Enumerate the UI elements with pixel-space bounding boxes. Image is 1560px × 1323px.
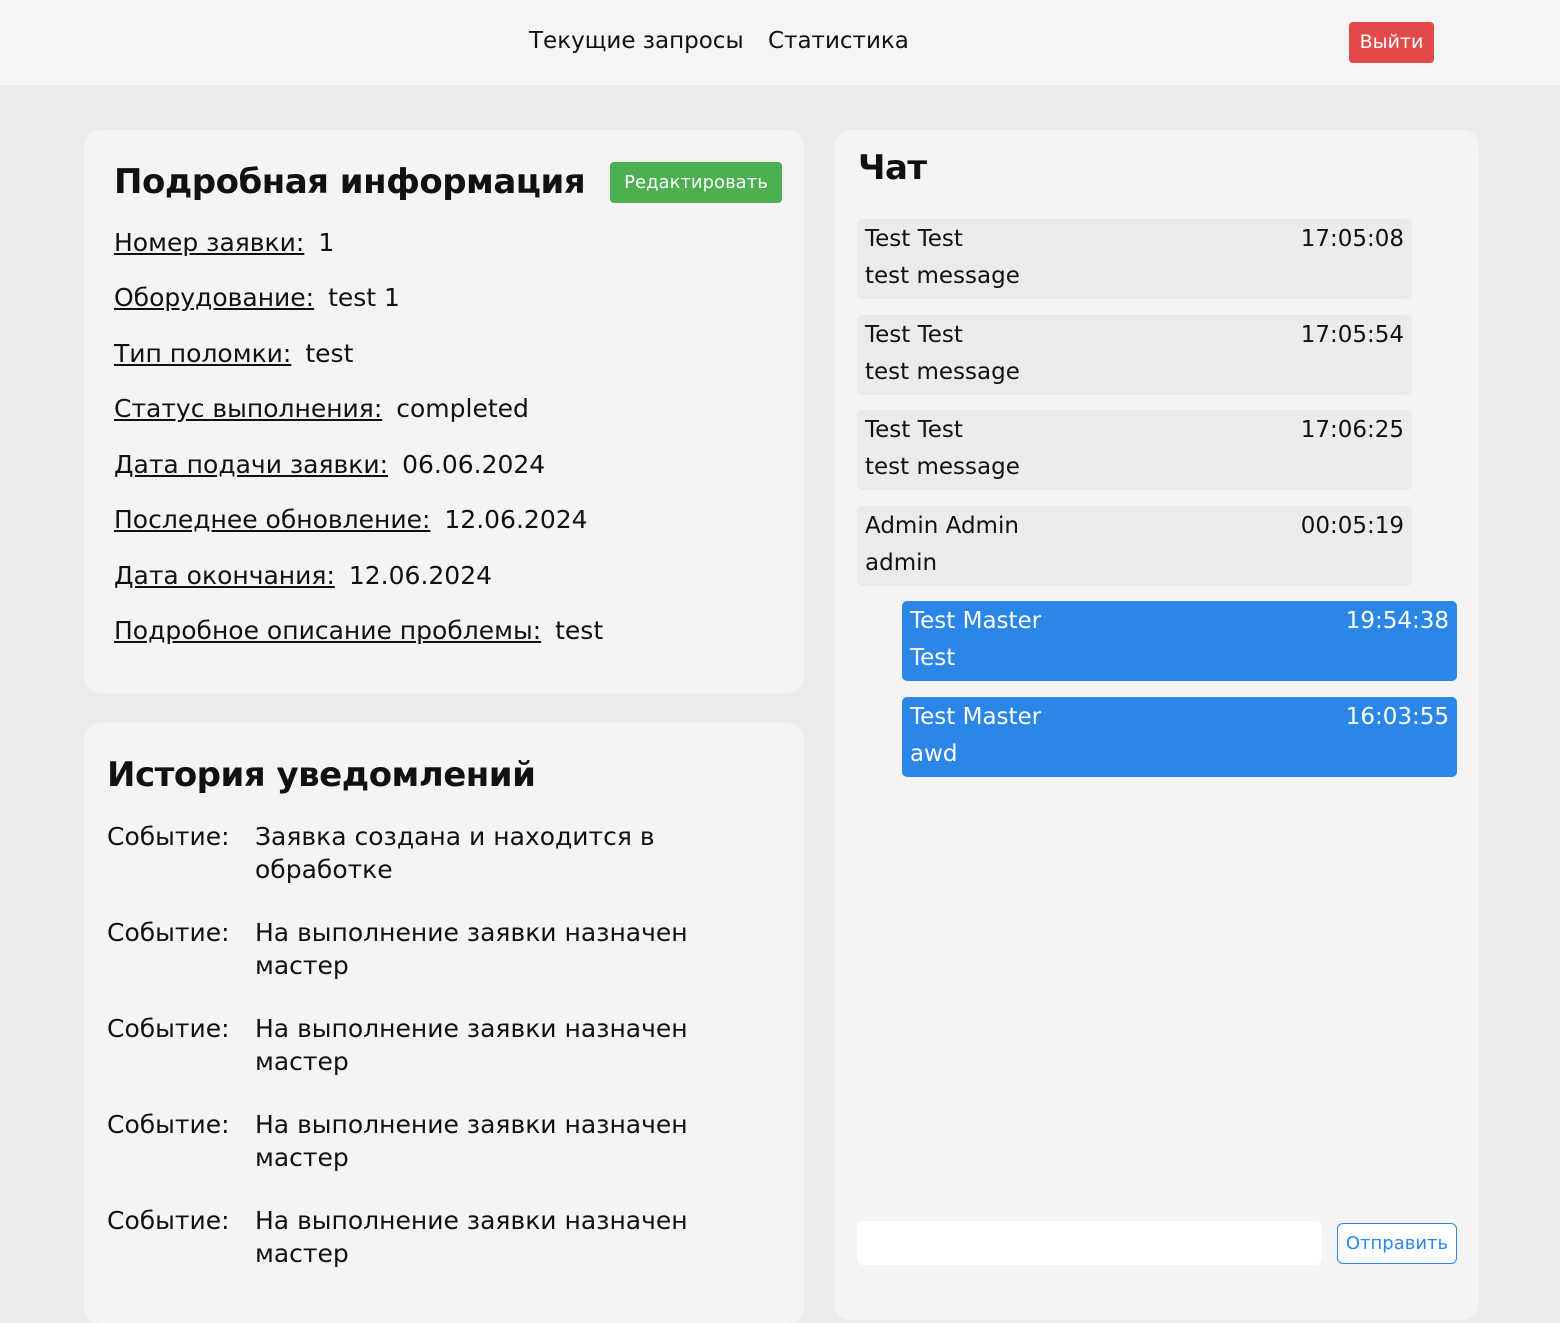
detail-label: Последнее обновление: — [114, 505, 431, 534]
detail-row-last-update: Последнее обновление: 12.06.2024 — [114, 505, 588, 534]
message-time: 17:05:08 — [1300, 226, 1404, 252]
detail-label: Тип поломки: — [114, 339, 292, 368]
detail-value: 12.06.2024 — [348, 561, 493, 590]
chat-message: Test Test 17:05:54 test message — [857, 315, 1412, 395]
event-text: На выполнение заявки назначен мастер — [255, 1110, 688, 1172]
message-time: 16:03:55 — [1345, 704, 1449, 730]
detail-row-status: Статус выполнения: completed — [114, 394, 529, 423]
message-time: 17:06:25 — [1300, 417, 1404, 443]
logout-button[interactable]: Выйти — [1349, 22, 1434, 63]
detail-value: completed — [396, 394, 529, 423]
detail-label: Дата подачи заявки: — [114, 450, 389, 479]
notification-history-card: История уведомлений Событие: Заявка созд… — [84, 723, 804, 1323]
nav-current-requests[interactable]: Текущие запросы — [529, 28, 744, 54]
detail-value: test 1 — [328, 283, 400, 312]
chat-message: Test Test 17:06:25 test message — [857, 410, 1412, 490]
message-text: Test — [910, 645, 956, 671]
message-author: Test Master — [910, 608, 1042, 634]
detail-label: Подробное описание проблемы: — [114, 616, 542, 645]
event-label: Событие: — [107, 1206, 230, 1235]
top-navigation-bar: Текущие запросы Статистика Выйти — [0, 0, 1560, 85]
history-event: Событие: На выполнение заявки назначен м… — [107, 1108, 747, 1178]
message-text: test message — [865, 359, 1020, 385]
message-time: 17:05:54 — [1300, 322, 1404, 348]
detail-row-fault-type: Тип поломки: test — [114, 339, 353, 368]
history-event: Событие: На выполнение заявки назначен м… — [107, 916, 747, 986]
detail-value: test — [305, 339, 354, 368]
message-text: admin — [865, 550, 938, 576]
history-event: Событие: На выполнение заявки назначен м… — [107, 1012, 747, 1082]
chat-card: Чат Test Test 17:05:08 test message Test… — [834, 130, 1479, 1320]
message-author: Test Test — [865, 322, 963, 348]
detail-value: 06.06.2024 — [402, 450, 546, 479]
event-label: Событие: — [107, 1014, 230, 1043]
chat-title: Чат — [858, 148, 927, 188]
history-event: Событие: Заявка создана и находится в об… — [107, 820, 747, 890]
detail-row-equipment: Оборудование: test 1 — [114, 283, 400, 312]
detail-label: Номер заявки: — [114, 228, 305, 257]
details-title: Подробная информация — [114, 162, 586, 202]
detail-value: 12.06.2024 — [444, 505, 588, 534]
message-time: 00:05:19 — [1300, 513, 1404, 539]
event-text: На выполнение заявки назначен мастер — [255, 1014, 688, 1076]
history-event: Событие: На выполнение заявки назначен м… — [107, 1204, 747, 1274]
detail-label: Статус выполнения: — [114, 394, 383, 423]
details-card: Подробная информация Редактировать Номер… — [84, 130, 804, 693]
edit-button[interactable]: Редактировать — [610, 162, 782, 203]
detail-row-request-number: Номер заявки: 1 — [114, 228, 334, 257]
chat-message: Admin Admin 00:05:19 admin — [857, 506, 1412, 586]
detail-value: 1 — [318, 228, 335, 257]
message-author: Admin Admin — [865, 513, 1019, 539]
event-label: Событие: — [107, 1110, 230, 1139]
nav-statistics[interactable]: Статистика — [768, 28, 909, 54]
message-author: Test Master — [910, 704, 1042, 730]
message-text: test message — [865, 454, 1020, 480]
message-text: test message — [865, 263, 1020, 289]
detail-label: Оборудование: — [114, 283, 315, 312]
detail-row-submit-date: Дата подачи заявки: 06.06.2024 — [114, 450, 545, 479]
event-text: Заявка создана и находится в обработке — [255, 822, 655, 884]
event-label: Событие: — [107, 822, 230, 851]
detail-label: Дата окончания: — [114, 561, 335, 590]
event-text: На выполнение заявки назначен мастер — [255, 1206, 688, 1268]
send-button[interactable]: Отправить — [1337, 1223, 1457, 1264]
chat-message-own: Test Master 19:54:38 Test — [902, 601, 1457, 681]
history-title: История уведомлений — [107, 755, 536, 795]
detail-value: test — [555, 616, 604, 645]
chat-message-own: Test Master 16:03:55 awd — [902, 697, 1457, 777]
chat-message-input[interactable] — [857, 1221, 1322, 1265]
message-time: 19:54:38 — [1345, 608, 1449, 634]
message-author: Test Test — [865, 226, 963, 252]
message-text: awd — [910, 741, 958, 767]
detail-row-description: Подробное описание проблемы: test — [114, 616, 603, 645]
event-label: Событие: — [107, 918, 230, 947]
detail-row-end-date: Дата окончания: 12.06.2024 — [114, 561, 492, 590]
event-text: На выполнение заявки назначен мастер — [255, 918, 688, 980]
message-author: Test Test — [865, 417, 963, 443]
chat-message: Test Test 17:05:08 test message — [857, 219, 1412, 299]
